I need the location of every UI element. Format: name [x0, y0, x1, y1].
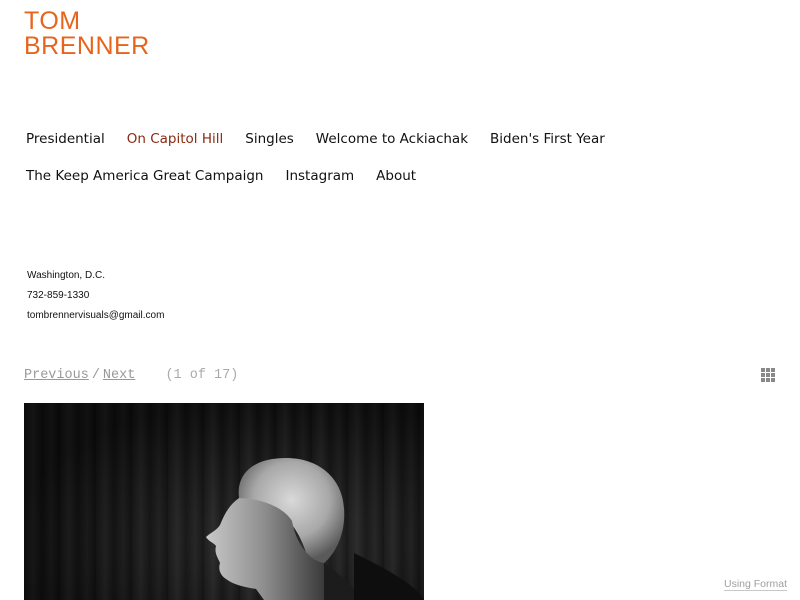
- gallery-pager: Previous / Next (1 of 17): [24, 368, 238, 383]
- contact-location: Washington, D.C.: [27, 270, 105, 281]
- nav-item-about[interactable]: About: [376, 168, 416, 184]
- logo-line-2: BRENNER: [24, 32, 150, 60]
- logo-line-1: TOM: [24, 7, 81, 35]
- previous-link[interactable]: Previous: [24, 368, 89, 383]
- nav-item-instagram[interactable]: Instagram: [285, 168, 354, 184]
- nav-item-bidens-first-year[interactable]: Biden's First Year: [490, 131, 605, 147]
- image-counter: (1 of 17): [165, 368, 239, 383]
- nav-item-singles[interactable]: Singles: [245, 131, 294, 147]
- nav-item-presidential[interactable]: Presidential: [26, 131, 105, 147]
- nav-item-welcome-to-ackiachak[interactable]: Welcome to Ackiachak: [316, 131, 468, 147]
- using-format-link[interactable]: Using Format: [724, 578, 788, 591]
- contact-info: Washington, D.C. 732-859-1330 tombrenner…: [27, 266, 164, 326]
- portrait-image: [206, 458, 424, 600]
- main-nav-row-1: Presidential On Capitol Hill Singles Wel…: [26, 131, 646, 147]
- nav-item-on-capitol-hill[interactable]: On Capitol Hill: [127, 131, 224, 147]
- contact-phone: 732-859-1330: [27, 290, 90, 301]
- pager-separator: /: [91, 368, 100, 383]
- nav-item-keep-america-great[interactable]: The Keep America Great Campaign: [26, 168, 263, 184]
- main-nav-row-2: The Keep America Great Campaign Instagra…: [26, 168, 646, 184]
- contact-email: tombrennervisuals@gmail.com: [27, 310, 165, 321]
- site-logo[interactable]: TOM BRENNER: [24, 9, 150, 59]
- gallery-photo[interactable]: [24, 403, 424, 600]
- next-link[interactable]: Next: [103, 368, 135, 383]
- grid-icon[interactable]: [761, 368, 775, 382]
